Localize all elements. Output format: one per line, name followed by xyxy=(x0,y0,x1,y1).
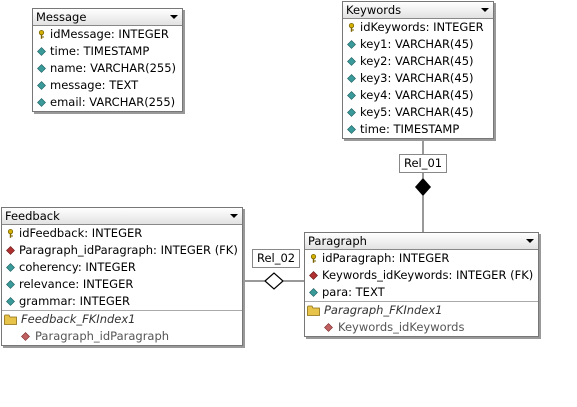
column-label: para: TEXT xyxy=(322,285,385,299)
column-label: key4: VARCHAR(45) xyxy=(360,88,474,102)
column-row[interactable]: idFeedback: INTEGER xyxy=(2,225,242,242)
column-row[interactable]: time: TIMESTAMP xyxy=(33,43,182,60)
column-row[interactable]: time: TIMESTAMP xyxy=(343,121,493,138)
column-label: idMessage: INTEGER xyxy=(50,27,169,41)
attribute-icon xyxy=(347,91,356,100)
column-row[interactable]: idKeywords: INTEGER xyxy=(343,19,493,36)
index-label: Paragraph_FKIndex1 xyxy=(324,303,443,317)
column-label: coherency: INTEGER xyxy=(19,260,136,274)
entity-header[interactable]: Keywords xyxy=(343,2,493,19)
entity-header[interactable]: Message xyxy=(33,9,182,26)
attribute-icon xyxy=(309,288,318,297)
index-row[interactable]: Paragraph_FKIndex1 xyxy=(305,301,538,319)
attribute-icon xyxy=(347,125,356,134)
attribute-icon xyxy=(37,81,46,90)
column-row[interactable]: key1: VARCHAR(45) xyxy=(343,36,493,53)
chevron-down-icon[interactable] xyxy=(230,214,238,218)
folder-icon xyxy=(307,305,320,316)
chevron-down-icon[interactable] xyxy=(170,15,178,19)
column-label: message: TEXT xyxy=(50,78,139,92)
column-label: key1: VARCHAR(45) xyxy=(360,37,474,51)
entity-title: Feedback xyxy=(5,209,60,223)
rel02-diamond xyxy=(264,272,284,290)
key-icon xyxy=(7,229,14,238)
entity-header[interactable]: Feedback xyxy=(2,208,242,225)
column-row[interactable]: idMessage: INTEGER xyxy=(33,26,182,43)
column-row[interactable]: grammar: INTEGER xyxy=(2,293,242,310)
column-label: Paragraph_idParagraph: INTEGER (FK) xyxy=(19,243,238,257)
entity-title: Paragraph xyxy=(308,234,367,248)
rel02-label[interactable]: Rel_02 xyxy=(252,249,301,268)
chevron-down-icon[interactable] xyxy=(481,8,489,12)
entity-message[interactable]: Message idMessage: INTEGER time: TIMESTA… xyxy=(32,8,183,112)
attribute-icon xyxy=(347,108,356,117)
column-row[interactable]: para: TEXT xyxy=(305,284,538,301)
foreign-key-icon xyxy=(6,246,15,255)
column-label: time: TIMESTAMP xyxy=(50,44,150,58)
rel01-label[interactable]: Rel_01 xyxy=(399,154,448,173)
attribute-icon xyxy=(6,297,15,306)
column-row[interactable]: key5: VARCHAR(45) xyxy=(343,104,493,121)
index-label: Feedback_FKIndex1 xyxy=(21,312,136,326)
column-label: key3: VARCHAR(45) xyxy=(360,71,474,85)
index-column-row[interactable]: Paragraph_idParagraph xyxy=(2,328,242,345)
entity-keywords[interactable]: Keywords idKeywords: INTEGER key1: VARCH… xyxy=(342,1,494,139)
attribute-icon xyxy=(37,64,46,73)
foreign-key-icon xyxy=(21,332,30,341)
column-row[interactable]: email: VARCHAR(255) xyxy=(33,94,182,111)
column-row[interactable]: coherency: INTEGER xyxy=(2,259,242,276)
index-column-row[interactable]: Keywords_idKeywords xyxy=(305,319,538,336)
foreign-key-icon xyxy=(309,271,318,280)
entity-header[interactable]: Paragraph xyxy=(305,233,538,250)
column-label: idKeywords: INTEGER xyxy=(360,20,484,34)
column-row[interactable]: relevance: INTEGER xyxy=(2,276,242,293)
key-icon xyxy=(38,30,45,39)
column-row[interactable]: key4: VARCHAR(45) xyxy=(343,87,493,104)
column-label: idParagraph: INTEGER xyxy=(322,251,450,265)
column-label: relevance: INTEGER xyxy=(19,277,134,291)
attribute-icon xyxy=(6,263,15,272)
column-label: idFeedback: INTEGER xyxy=(19,226,143,240)
column-row[interactable]: key3: VARCHAR(45) xyxy=(343,70,493,87)
column-row[interactable]: Keywords_idKeywords: INTEGER (FK) xyxy=(305,267,538,284)
column-label: name: VARCHAR(255) xyxy=(50,61,177,75)
index-row[interactable]: Feedback_FKIndex1 xyxy=(2,310,242,328)
entity-title: Message xyxy=(36,10,87,24)
entity-feedback[interactable]: Feedback idFeedback: INTEGER Paragraph_i… xyxy=(1,207,243,346)
column-row[interactable]: message: TEXT xyxy=(33,77,182,94)
key-icon xyxy=(348,23,355,32)
attribute-icon xyxy=(37,98,46,107)
attribute-icon xyxy=(6,280,15,289)
index-column-label: Paragraph_idParagraph xyxy=(35,329,170,343)
column-label: Keywords_idKeywords: INTEGER (FK) xyxy=(322,268,534,282)
attribute-icon xyxy=(347,57,356,66)
column-label: time: TIMESTAMP xyxy=(360,122,460,136)
attribute-icon xyxy=(347,74,356,83)
attribute-icon xyxy=(37,47,46,56)
rel01-diamond xyxy=(415,178,431,196)
column-label: key5: VARCHAR(45) xyxy=(360,105,474,119)
chevron-down-icon[interactable] xyxy=(526,239,534,243)
column-row[interactable]: name: VARCHAR(255) xyxy=(33,60,182,77)
index-column-label: Keywords_idKeywords xyxy=(338,320,465,334)
column-label: key2: VARCHAR(45) xyxy=(360,54,474,68)
column-label: email: VARCHAR(255) xyxy=(50,95,176,109)
entity-paragraph[interactable]: Paragraph idParagraph: INTEGER Keywords_… xyxy=(304,232,539,337)
column-row[interactable]: key2: VARCHAR(45) xyxy=(343,53,493,70)
folder-icon xyxy=(4,314,17,325)
column-label: grammar: INTEGER xyxy=(19,294,131,308)
foreign-key-icon xyxy=(324,323,333,332)
entity-title: Keywords xyxy=(346,3,402,17)
column-row[interactable]: idParagraph: INTEGER xyxy=(305,250,538,267)
attribute-icon xyxy=(347,40,356,49)
key-icon xyxy=(310,254,317,263)
column-row[interactable]: Paragraph_idParagraph: INTEGER (FK) xyxy=(2,242,242,259)
